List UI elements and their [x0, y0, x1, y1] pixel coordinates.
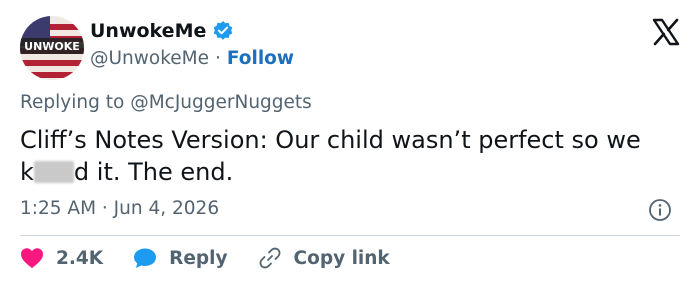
reply-context: Replying to @McJuggerNuggets — [20, 92, 312, 113]
follow-button[interactable]: Follow — [227, 48, 294, 69]
flag-avatar-image: UNWOKE — [20, 16, 84, 80]
reply-button[interactable]: Reply — [133, 247, 228, 269]
author-name-row: UnwokeMe — [90, 20, 234, 42]
reply-label: Reply — [169, 247, 228, 269]
info-icon[interactable] — [648, 198, 672, 222]
tweet-timestamp[interactable]: 1:25 AM · Jun 4, 2026 — [20, 198, 219, 219]
copy-link-label: Copy link — [293, 247, 390, 269]
author-handle[interactable]: @UnwokeMe — [90, 48, 209, 69]
action-bar: 2.4K Reply Copy link — [20, 246, 420, 270]
link-icon — [259, 247, 280, 269]
handle-row: @UnwokeMe · Follow — [90, 48, 294, 69]
tweet-text-part2: d it. The end. — [73, 158, 234, 186]
censored-word-blur — [33, 161, 74, 183]
display-name[interactable]: UnwokeMe — [90, 20, 206, 42]
avatar-text: UNWOKE — [24, 40, 80, 53]
x-logo-icon[interactable] — [652, 18, 680, 46]
copy-link-button[interactable]: Copy link — [258, 246, 390, 270]
divider — [20, 235, 680, 236]
replying-prefix: Replying to — [20, 92, 125, 113]
separator: · — [215, 48, 221, 69]
tweet-text: Cliff’s Notes Version: Our child wasn’t … — [20, 124, 660, 188]
heart-icon — [21, 248, 43, 268]
verified-badge-icon — [212, 20, 234, 42]
like-count: 2.4K — [56, 247, 104, 269]
avatar[interactable]: UNWOKE — [20, 16, 84, 80]
reply-mention-link[interactable]: @McJuggerNuggets — [130, 92, 312, 113]
like-button[interactable]: 2.4K — [20, 247, 103, 269]
speech-bubble-icon — [134, 248, 157, 268]
